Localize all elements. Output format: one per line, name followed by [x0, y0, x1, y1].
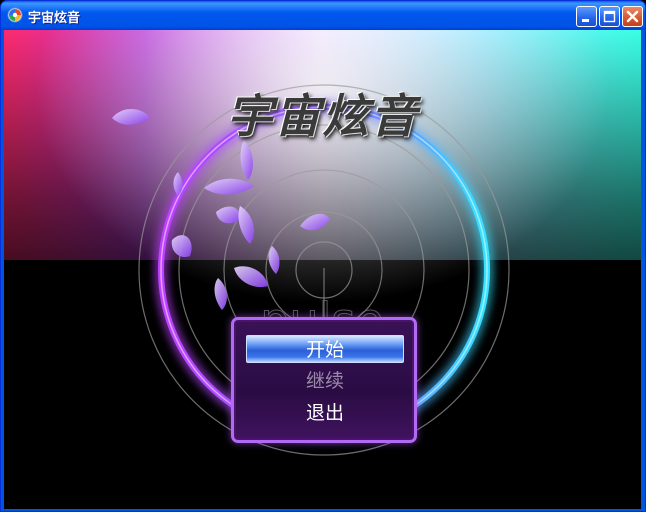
maximize-icon	[603, 10, 616, 23]
window-title: 宇宙炫音	[28, 11, 81, 26]
swirl-app-icon[interactable]	[7, 7, 23, 23]
close-button[interactable]	[622, 6, 643, 27]
menu-start-button[interactable]: 开始	[246, 335, 404, 363]
minimize-button[interactable]	[576, 6, 597, 27]
close-icon	[626, 10, 639, 23]
main-menu-panel: 开始 继续 退出	[231, 317, 417, 443]
game-canvas[interactable]: pulse 宇宙炫音 开始 继续 退出	[4, 30, 641, 509]
minimize-icon	[582, 19, 589, 22]
menu-exit-button[interactable]: 退出	[246, 399, 404, 427]
maximize-button[interactable]	[599, 6, 620, 27]
game-title-logo: 宇宙炫音	[226, 89, 419, 143]
menu-continue-button[interactable]: 继续	[246, 367, 404, 395]
game-window: 宇宙炫音 宇宙炫音 开始 继续 退出	[0, 0, 646, 512]
title-bar[interactable]: 宇宙炫音	[1, 1, 645, 30]
